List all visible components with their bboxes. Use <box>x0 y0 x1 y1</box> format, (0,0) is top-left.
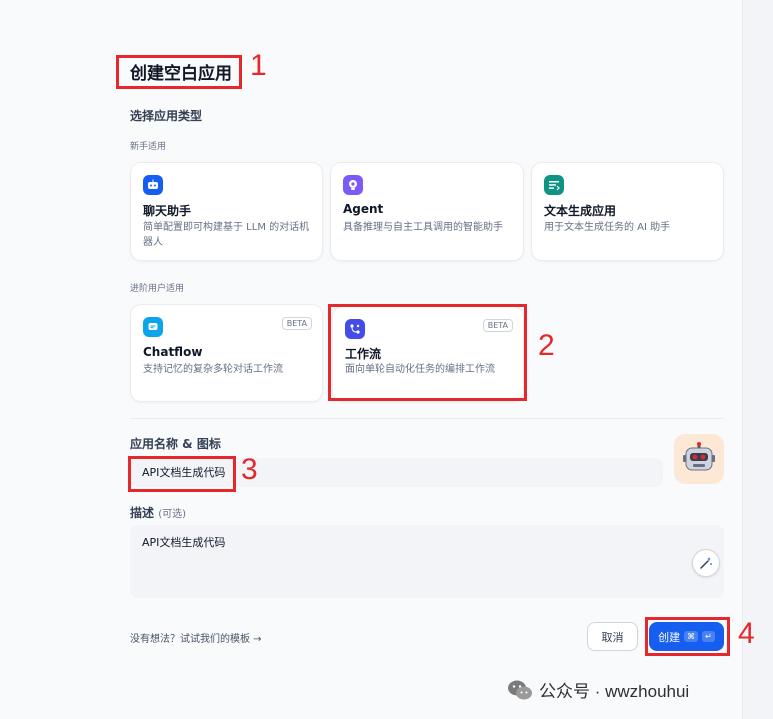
template-link[interactable]: 没有想法？试试我们的模板 → <box>130 630 262 645</box>
beginner-group-label: 新手适用 <box>130 142 167 152</box>
text-generation-icon <box>544 175 564 195</box>
annotation-box-1 <box>116 55 242 89</box>
robot-emoji-icon <box>683 442 715 471</box>
section-divider <box>130 418 724 419</box>
description-label-text: 描述 <box>130 506 155 520</box>
card-description: 具备推理与自主工具调用的智能助手 <box>343 222 503 233</box>
annotation-number-3: 3 <box>241 453 258 486</box>
agent-icon <box>343 175 363 195</box>
advanced-group-label: 进阶用户适用 <box>130 284 185 294</box>
card-description: 简单配置即可构建基于 LLM 的对话机器人 <box>143 222 310 248</box>
card-title: Chatflow <box>143 345 203 359</box>
app-icon-picker[interactable] <box>674 434 724 484</box>
card-description: 支持记忆的复杂多轮对话工作流 <box>143 364 283 375</box>
app-type-card-text-generation[interactable]: 文本生成应用 用于文本生成任务的 AI 助手 <box>531 162 724 261</box>
annotation-number-1: 1 <box>250 49 267 82</box>
description-textarea[interactable]: API文档生成代码 <box>130 525 724 598</box>
annotation-number-2: 2 <box>538 329 555 362</box>
card-title: Agent <box>343 202 384 216</box>
annotation-number-4: 4 <box>738 617 755 650</box>
annotation-box-4 <box>645 617 730 656</box>
description-label: 描述 (可选) <box>130 504 186 521</box>
chat-bot-icon <box>143 175 163 195</box>
app-type-card-chatflow[interactable]: BETA Chatflow 支持记忆的复杂多轮对话工作流 <box>130 304 323 402</box>
app-name-label: 应用名称 & 图标 <box>130 437 221 451</box>
card-title: 文本生成应用 <box>544 204 617 218</box>
wechat-icon <box>508 680 532 699</box>
magic-wand-icon <box>700 557 712 569</box>
chatflow-icon <box>143 317 163 337</box>
watermark-text: 公众号 · wwzhouhui <box>539 682 690 701</box>
magic-generate-button[interactable] <box>692 549 720 577</box>
right-panel-edge <box>742 0 773 719</box>
app-type-card-agent[interactable]: Agent 具备推理与自主工具调用的智能助手 <box>330 162 524 261</box>
watermark: 公众号 · wwzhouhui <box>507 677 689 702</box>
annotation-box-3 <box>128 456 236 492</box>
card-description: 用于文本生成任务的 AI 助手 <box>544 222 671 233</box>
optional-hint: (可选) <box>158 509 187 520</box>
beta-badge: BETA <box>281 317 312 330</box>
card-title: 聊天助手 <box>143 204 192 218</box>
cancel-button[interactable]: 取消 <box>587 622 638 651</box>
app-type-label: 选择应用类型 <box>130 109 203 123</box>
annotation-box-2 <box>328 304 527 401</box>
app-type-card-chat-assistant[interactable]: 聊天助手 简单配置即可构建基于 LLM 的对话机器人 <box>130 162 323 261</box>
